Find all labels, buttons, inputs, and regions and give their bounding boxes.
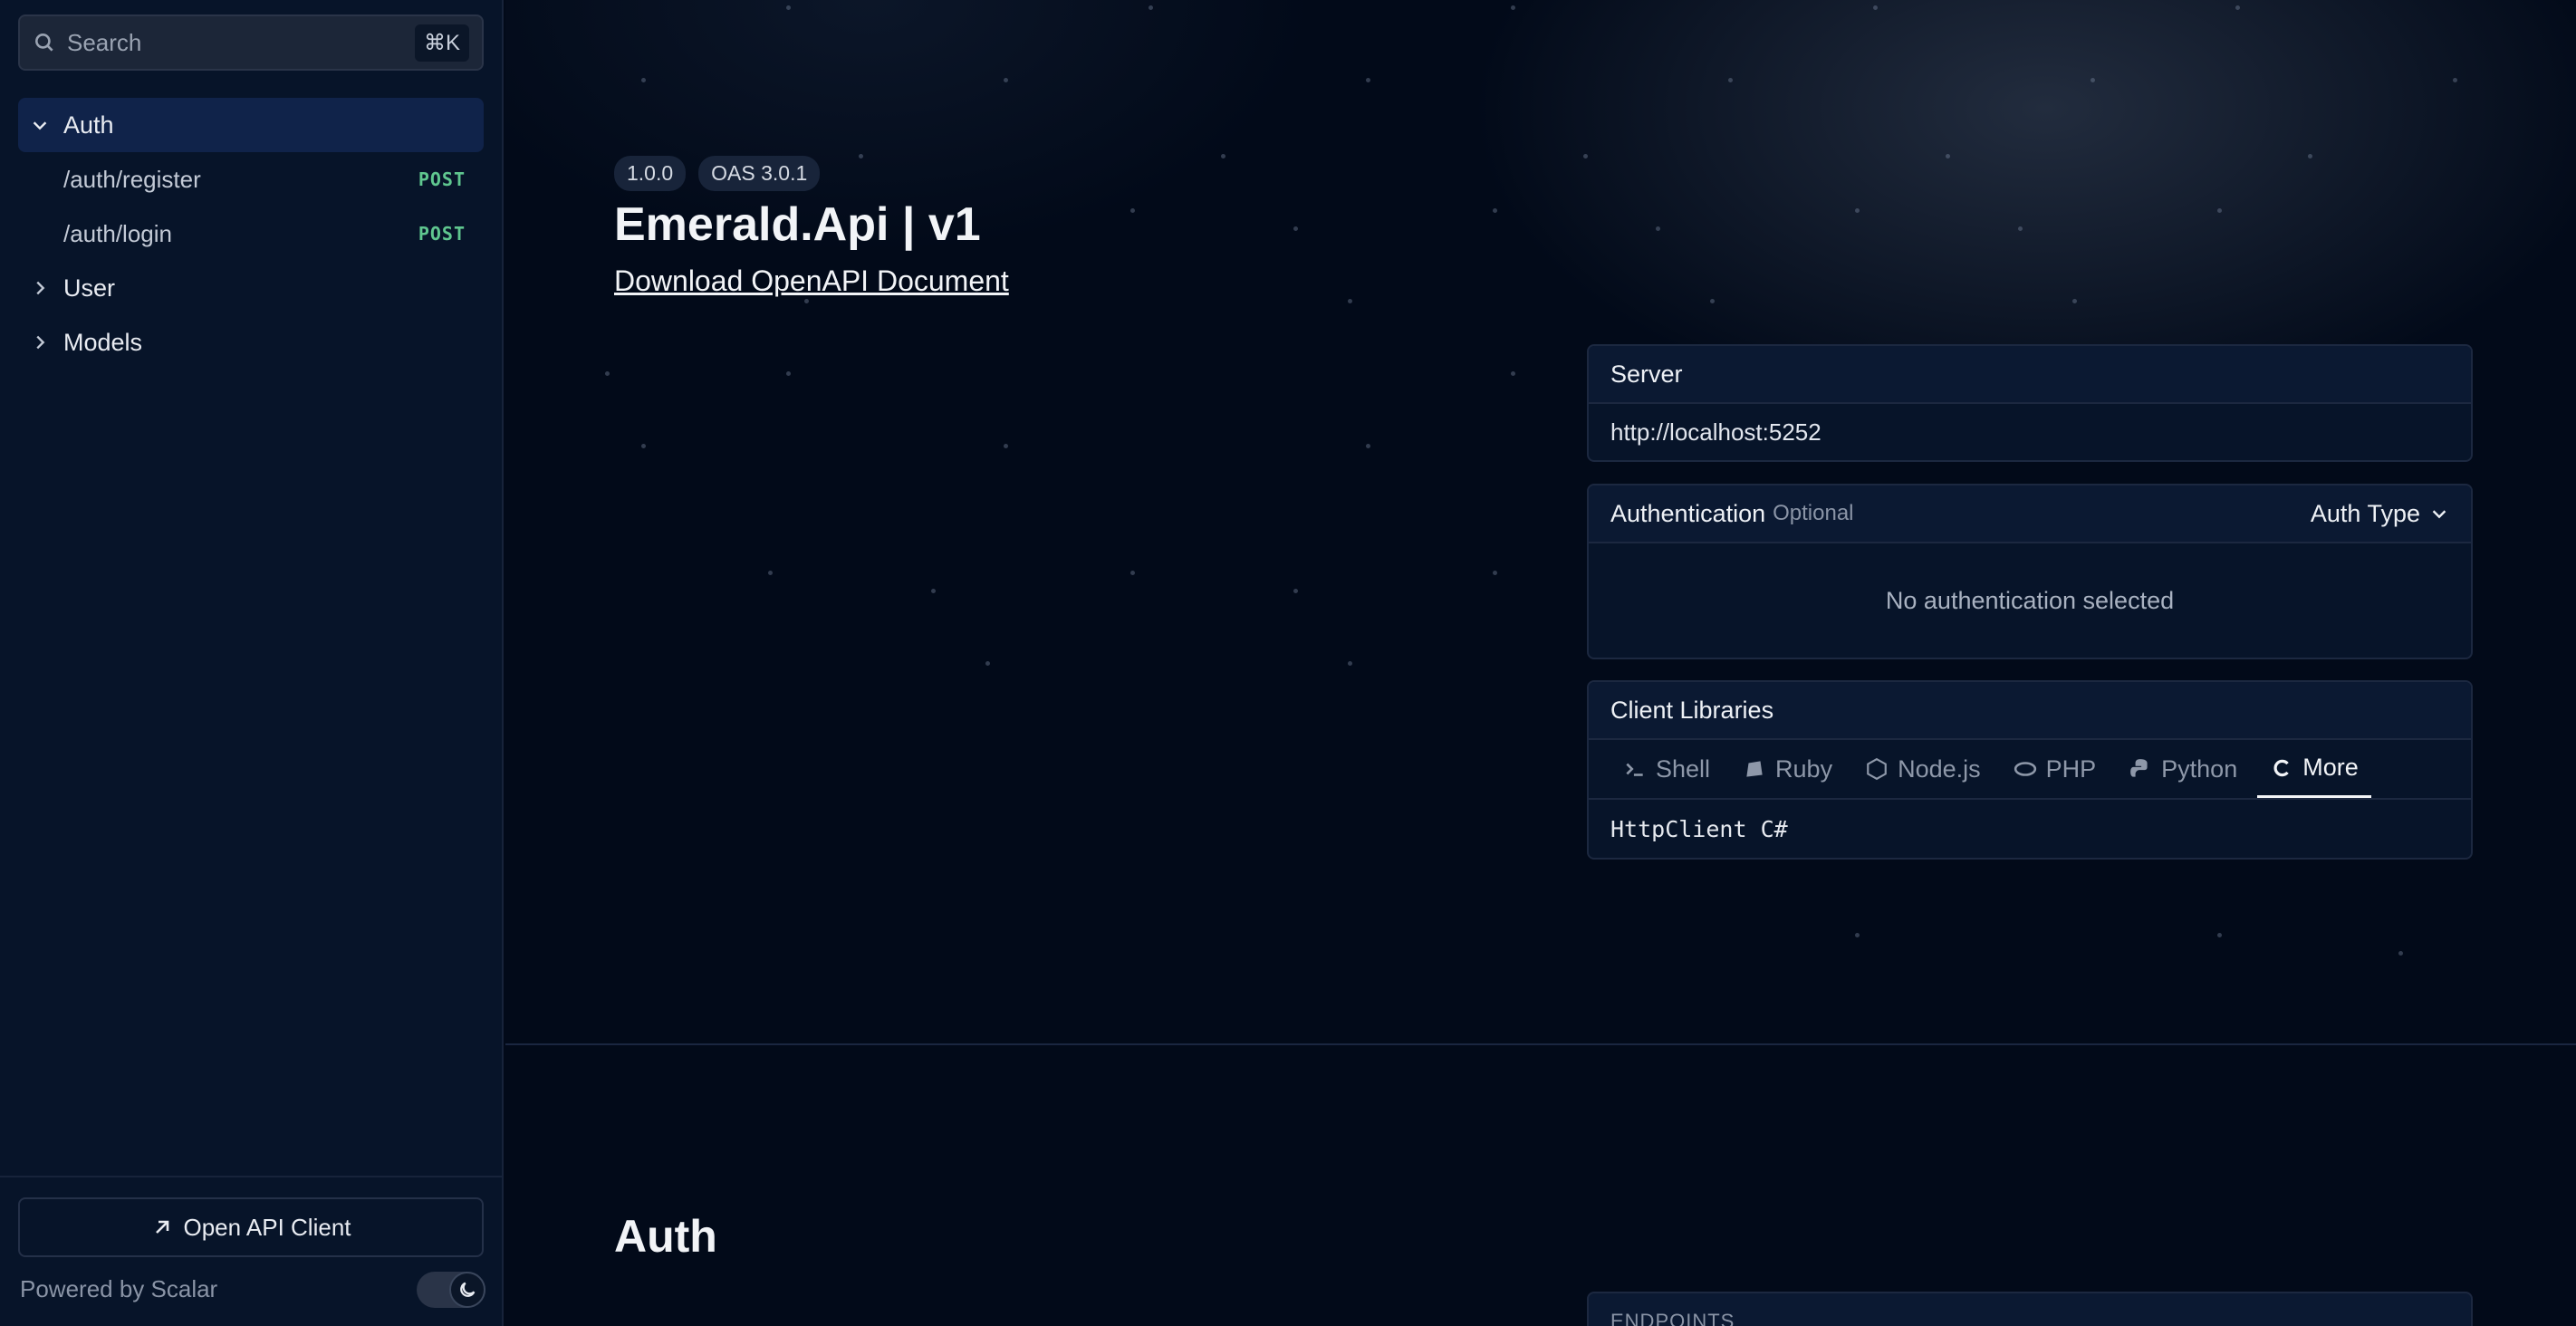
- tab-ruby[interactable]: Ruby: [1730, 740, 1845, 798]
- search-shortcut: ⌘K: [414, 24, 469, 62]
- method-badge: POST: [418, 223, 466, 245]
- sidebar-group-label: User: [63, 274, 116, 302]
- search-placeholder: Search: [67, 28, 142, 56]
- moon-icon: [449, 1272, 485, 1308]
- tab-php[interactable]: PHP: [2001, 740, 2110, 798]
- tab-python[interactable]: Python: [2116, 740, 2250, 798]
- sidebar-group-label: Models: [63, 328, 143, 356]
- dark-mode-toggle[interactable]: [417, 1272, 485, 1308]
- version-badges: 1.0.0 OAS 3.0.1: [614, 156, 821, 191]
- tab-label: Ruby: [1775, 754, 1833, 783]
- chevron-right-icon: [27, 275, 53, 301]
- authentication-heading-label: Authentication: [1610, 499, 1766, 527]
- client-libraries-heading: Client Libraries: [1589, 682, 2471, 740]
- client-library-tabs: Shell Ruby Node.js PHP Python More: [1589, 740, 2471, 800]
- sidebar-group-label: Auth: [63, 110, 114, 139]
- python-icon: [2130, 759, 2148, 777]
- client-libraries-heading-label: Client Libraries: [1610, 696, 1774, 724]
- sidebar-item-auth-register[interactable]: /auth/register POST: [18, 152, 484, 207]
- sidebar-item-label: /auth/login: [63, 219, 172, 247]
- chevron-down-icon: [27, 112, 53, 138]
- search-icon: [35, 34, 53, 52]
- chevron-down-icon: [2432, 510, 2446, 519]
- sidebar: Search ⌘K Auth /auth/register POST /auth…: [0, 0, 504, 1326]
- chevron-right-icon: [27, 330, 53, 355]
- client-libraries-panel: Client Libraries Shell Ruby Node.js PHP …: [1587, 680, 2473, 860]
- auth-type-dropdown[interactable]: Auth Type: [2311, 500, 2449, 528]
- sidebar-group-user[interactable]: User: [18, 261, 484, 315]
- tab-label: More: [2302, 754, 2359, 781]
- nodejs-icon: [1867, 757, 1887, 781]
- page-title: Emerald.Api | v1: [614, 198, 981, 251]
- powered-by-text: Powered by Scalar: [20, 1275, 218, 1302]
- server-heading-label: Server: [1610, 360, 1683, 388]
- search-input[interactable]: Search ⌘K: [18, 14, 484, 71]
- sidebar-nav: Auth /auth/register POST /auth/login POS…: [18, 98, 484, 370]
- sidebar-item-label: /auth/register: [63, 165, 201, 193]
- section-title-auth: Auth: [614, 1211, 717, 1262]
- csharp-icon: [2273, 759, 2289, 776]
- php-icon: [2014, 762, 2036, 776]
- sidebar-footer: Open API Client Powered by Scalar: [0, 1176, 504, 1326]
- sidebar-group-auth[interactable]: Auth: [18, 98, 484, 152]
- server-url[interactable]: http://localhost:5252: [1589, 404, 2471, 460]
- authentication-heading: Authentication Optional Auth Type: [1589, 485, 2471, 543]
- endpoints-panel: ENDPOINTS: [1587, 1292, 2473, 1326]
- sidebar-item-auth-login[interactable]: /auth/login POST: [18, 207, 484, 261]
- server-panel: Server http://localhost:5252: [1587, 344, 2473, 462]
- selected-client[interactable]: HttpClient C#: [1589, 800, 2471, 858]
- method-badge: POST: [418, 168, 466, 190]
- open-api-client-label: Open API Client: [183, 1213, 351, 1241]
- section-divider: [505, 1043, 2576, 1045]
- oas-badge: OAS 3.0.1: [698, 156, 821, 191]
- tab-shell[interactable]: Shell: [1610, 740, 1723, 798]
- terminal-icon: [1626, 763, 1643, 776]
- authentication-panel: Authentication Optional Auth Type No aut…: [1587, 484, 2473, 659]
- download-openapi-link[interactable]: Download OpenAPI Document: [614, 264, 1009, 298]
- ruby-icon: [1746, 761, 1763, 777]
- server-heading: Server: [1589, 346, 2471, 404]
- main-content: 1.0.0 OAS 3.0.1 Emerald.Api | v1 Downloa…: [505, 0, 2576, 1326]
- optional-label: Optional: [1773, 501, 1854, 525]
- no-authentication-message: No authentication selected: [1885, 586, 2175, 614]
- version-badge: 1.0.0: [614, 156, 687, 191]
- tab-nodejs[interactable]: Node.js: [1852, 740, 1994, 798]
- tab-label: Python: [2161, 754, 2238, 783]
- open-api-client-button[interactable]: Open API Client: [18, 1197, 484, 1257]
- tab-label: Node.js: [1898, 754, 1981, 783]
- tab-label: Shell: [1656, 754, 1711, 783]
- sidebar-group-models[interactable]: Models: [18, 315, 484, 370]
- tab-more[interactable]: More: [2257, 740, 2371, 798]
- arrow-up-right-icon: [155, 1220, 168, 1234]
- tab-label: PHP: [2045, 754, 2097, 783]
- auth-type-label: Auth Type: [2310, 499, 2420, 527]
